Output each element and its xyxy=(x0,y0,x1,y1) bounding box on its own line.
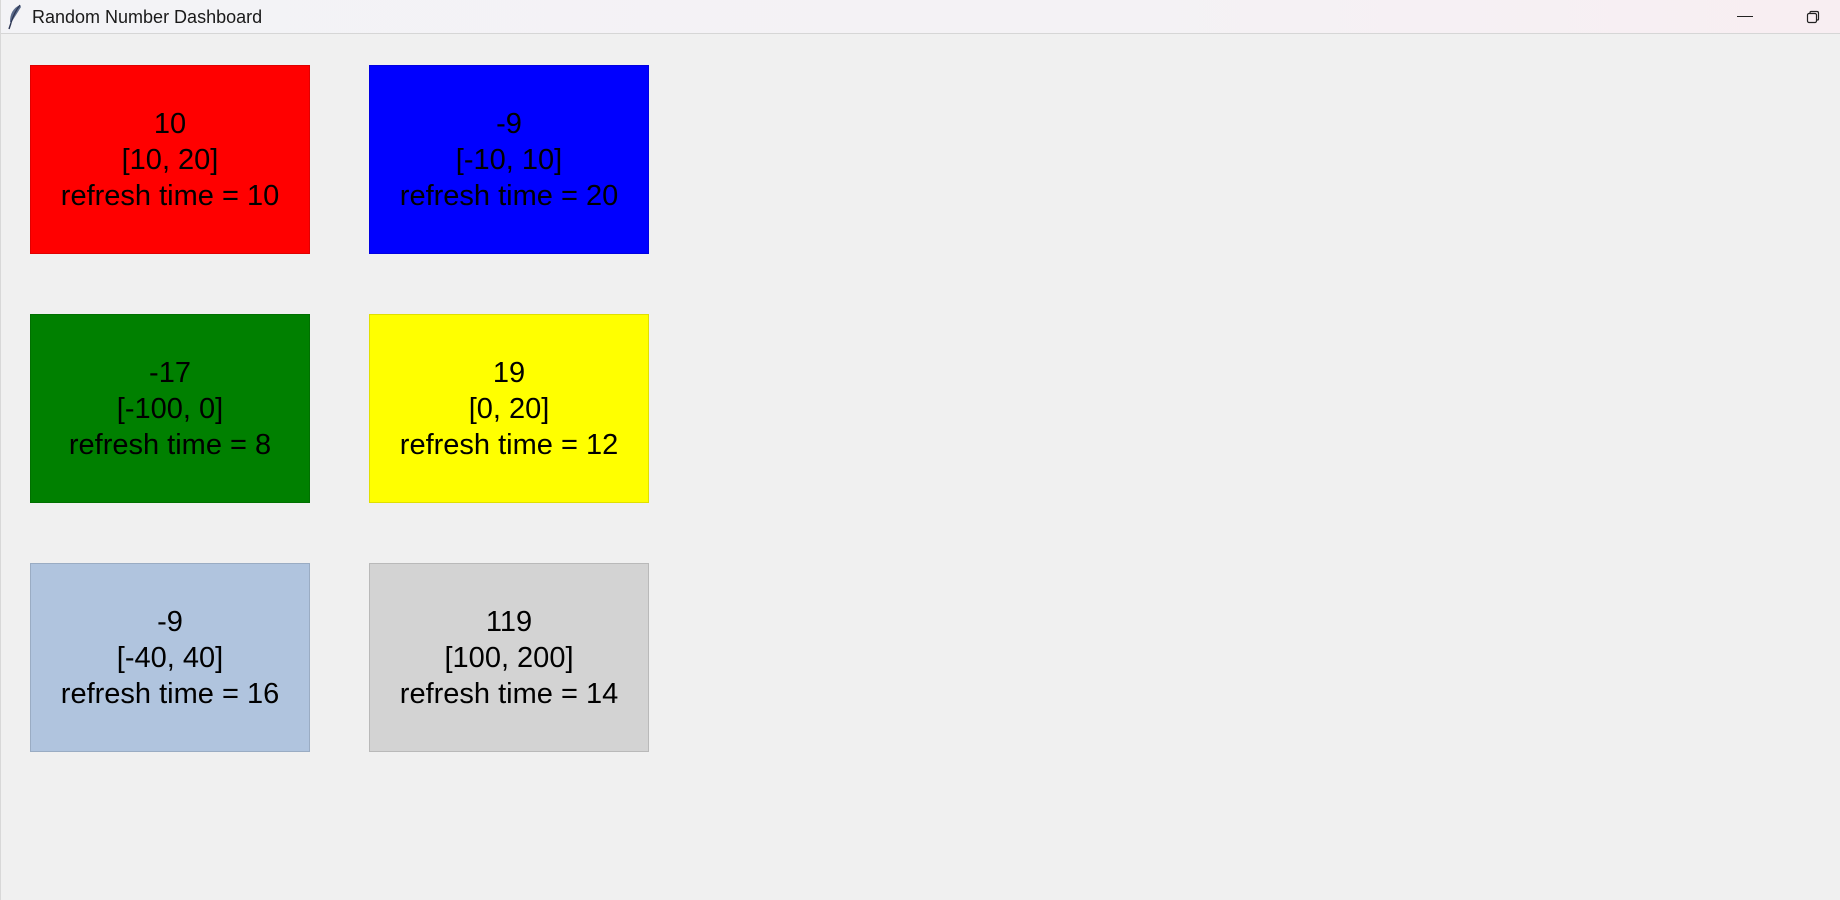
tile-refresh-time: refresh time = 8 xyxy=(68,428,272,461)
tile-value: 10 xyxy=(153,107,187,140)
number-tile-red: 10 [10, 20] refresh time = 10 xyxy=(30,65,310,254)
tile-range: [-100, 0] xyxy=(116,392,224,425)
app-window: Random Number Dashboard 10 [10, 20] refr… xyxy=(0,0,1840,900)
feather-icon xyxy=(8,4,21,30)
minimize-icon xyxy=(1737,16,1753,17)
tile-value: 119 xyxy=(485,605,533,638)
tile-range: [0, 20] xyxy=(468,392,550,425)
restore-icon xyxy=(1806,10,1820,24)
minimize-button[interactable] xyxy=(1711,0,1779,34)
number-tile-lightsteelblue: -9 [-40, 40] refresh time = 16 xyxy=(30,563,310,752)
tile-value: -9 xyxy=(496,107,522,140)
tile-value: -17 xyxy=(149,356,191,389)
tile-range: [-10, 10] xyxy=(455,143,563,176)
number-tile-blue: -9 [-10, 10] refresh time = 20 xyxy=(369,65,649,254)
tile-value: -9 xyxy=(157,605,183,638)
tile-range: [10, 20] xyxy=(121,143,219,176)
tile-refresh-time: refresh time = 20 xyxy=(399,179,619,212)
tile-range: [100, 200] xyxy=(444,641,574,674)
window-title: Random Number Dashboard xyxy=(32,7,263,27)
dashboard-content: 10 [10, 20] refresh time = 10 -9 [-10, 1… xyxy=(1,35,1840,900)
tile-refresh-time: refresh time = 12 xyxy=(399,428,619,461)
number-tile-green: -17 [-100, 0] refresh time = 8 xyxy=(30,314,310,503)
tile-range: [-40, 40] xyxy=(116,641,224,674)
number-tile-yellow: 19 [0, 20] refresh time = 12 xyxy=(369,314,649,503)
restore-button[interactable] xyxy=(1779,0,1840,34)
tile-value: 19 xyxy=(492,356,526,389)
tile-refresh-time: refresh time = 16 xyxy=(60,677,280,710)
tile-refresh-time: refresh time = 14 xyxy=(399,677,619,710)
title-bar[interactable]: Random Number Dashboard xyxy=(1,0,1840,34)
tile-refresh-time: refresh time = 10 xyxy=(60,179,280,212)
number-tile-lightgray: 119 [100, 200] refresh time = 14 xyxy=(369,563,649,752)
